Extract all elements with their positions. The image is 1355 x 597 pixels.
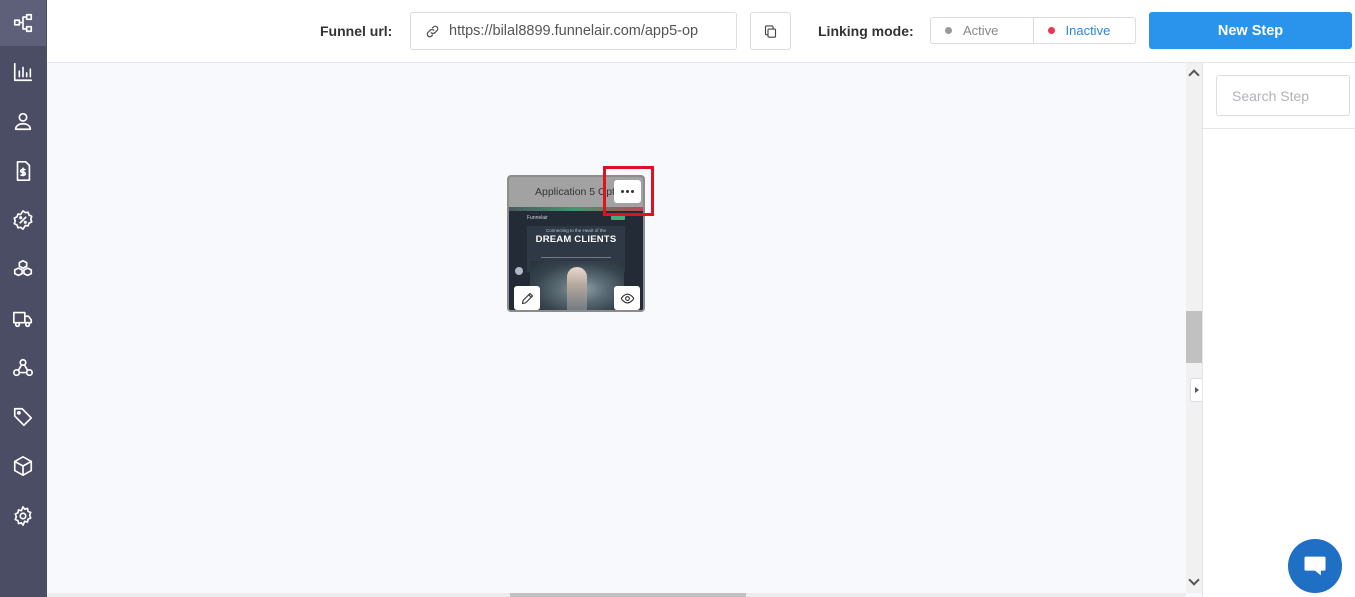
discount-icon (13, 210, 33, 230)
sidebar-item-tags[interactable] (0, 394, 46, 440)
thumbnail-brand: Funnelair (527, 215, 548, 221)
funnel-url-value[interactable]: https://bilal8899.funnelair.com/app5-op (449, 23, 698, 39)
package-icon (13, 456, 33, 476)
highlight-box (603, 166, 654, 216)
shipping-icon (13, 311, 33, 328)
option-label: Inactive (1065, 23, 1111, 38)
funnel-url-label: Funnel url: (320, 23, 393, 39)
funnel-canvas[interactable] (47, 63, 1186, 593)
sidebar-item-discounts[interactable] (0, 197, 46, 243)
sidebar-item-products[interactable] (0, 246, 46, 292)
sidebar-item-webhooks[interactable] (0, 345, 46, 391)
linking-mode-inactive-option[interactable]: Inactive (1032, 18, 1136, 43)
top-bar: Funnel url: https://bilal8899.funnelair.… (47, 0, 1355, 63)
linking-mode-active-option[interactable]: Active (931, 18, 1033, 43)
link-icon (426, 25, 439, 37)
sidebar-item-analytics[interactable] (0, 49, 46, 95)
status-dot (945, 27, 952, 34)
copy-icon (764, 24, 777, 38)
products-icon (13, 259, 33, 277)
vertical-scrollbar[interactable] (1186, 63, 1202, 593)
scroll-up-arrow[interactable] (1188, 69, 1200, 81)
preview-step-button[interactable] (614, 286, 640, 310)
sidebar-item-settings[interactable] (0, 493, 46, 539)
eye-icon (620, 293, 634, 303)
funnel-url-field[interactable]: https://bilal8899.funnelair.com/app5-op (410, 12, 737, 50)
search-step-input[interactable] (1216, 75, 1350, 116)
sidebar (0, 0, 47, 597)
copy-url-button[interactable] (750, 12, 791, 50)
sidebar-item-contacts[interactable] (0, 98, 46, 144)
thumbnail-headline: DREAM CLIENTS (535, 234, 617, 245)
webhook-icon (13, 358, 33, 377)
contacts-icon (14, 112, 32, 131)
linking-mode-toggle: Active Inactive (930, 17, 1136, 44)
sidebar-item-shipping[interactable] (0, 296, 46, 342)
linking-mode-label: Linking mode: (818, 23, 914, 39)
tags-icon (13, 407, 33, 427)
sidebar-item-funnels[interactable] (0, 0, 46, 46)
settings-icon (14, 506, 32, 526)
status-dot (1047, 27, 1055, 34)
horizontal-scrollbar[interactable] (47, 593, 1186, 597)
invoice-icon (16, 161, 31, 181)
thumbnail-subheading: Connecting to the Heart of the (545, 228, 607, 233)
horizontal-scroll-thumb[interactable] (510, 593, 746, 597)
new-step-button[interactable]: New Step (1149, 12, 1352, 49)
scroll-down-arrow[interactable] (1188, 574, 1200, 586)
funnel-flow-icon (13, 13, 33, 33)
vertical-scroll-thumb[interactable] (1186, 311, 1202, 363)
thumbnail-photo (530, 261, 624, 310)
edit-step-button[interactable] (514, 286, 540, 310)
option-label: Active (963, 23, 999, 38)
sidebar-item-invoices[interactable] (0, 148, 46, 194)
chat-button[interactable] (1288, 539, 1342, 593)
thumbnail-orb (515, 267, 523, 275)
thumbnail-figure (567, 267, 587, 310)
search-step-wrap (1203, 63, 1355, 129)
sidebar-item-packages[interactable] (0, 443, 46, 489)
panel-collapse-toggle[interactable] (1190, 378, 1202, 402)
steps-panel (1202, 63, 1355, 597)
analytics-icon (13, 62, 33, 82)
chat-icon (1304, 556, 1326, 576)
pencil-icon (521, 292, 533, 304)
